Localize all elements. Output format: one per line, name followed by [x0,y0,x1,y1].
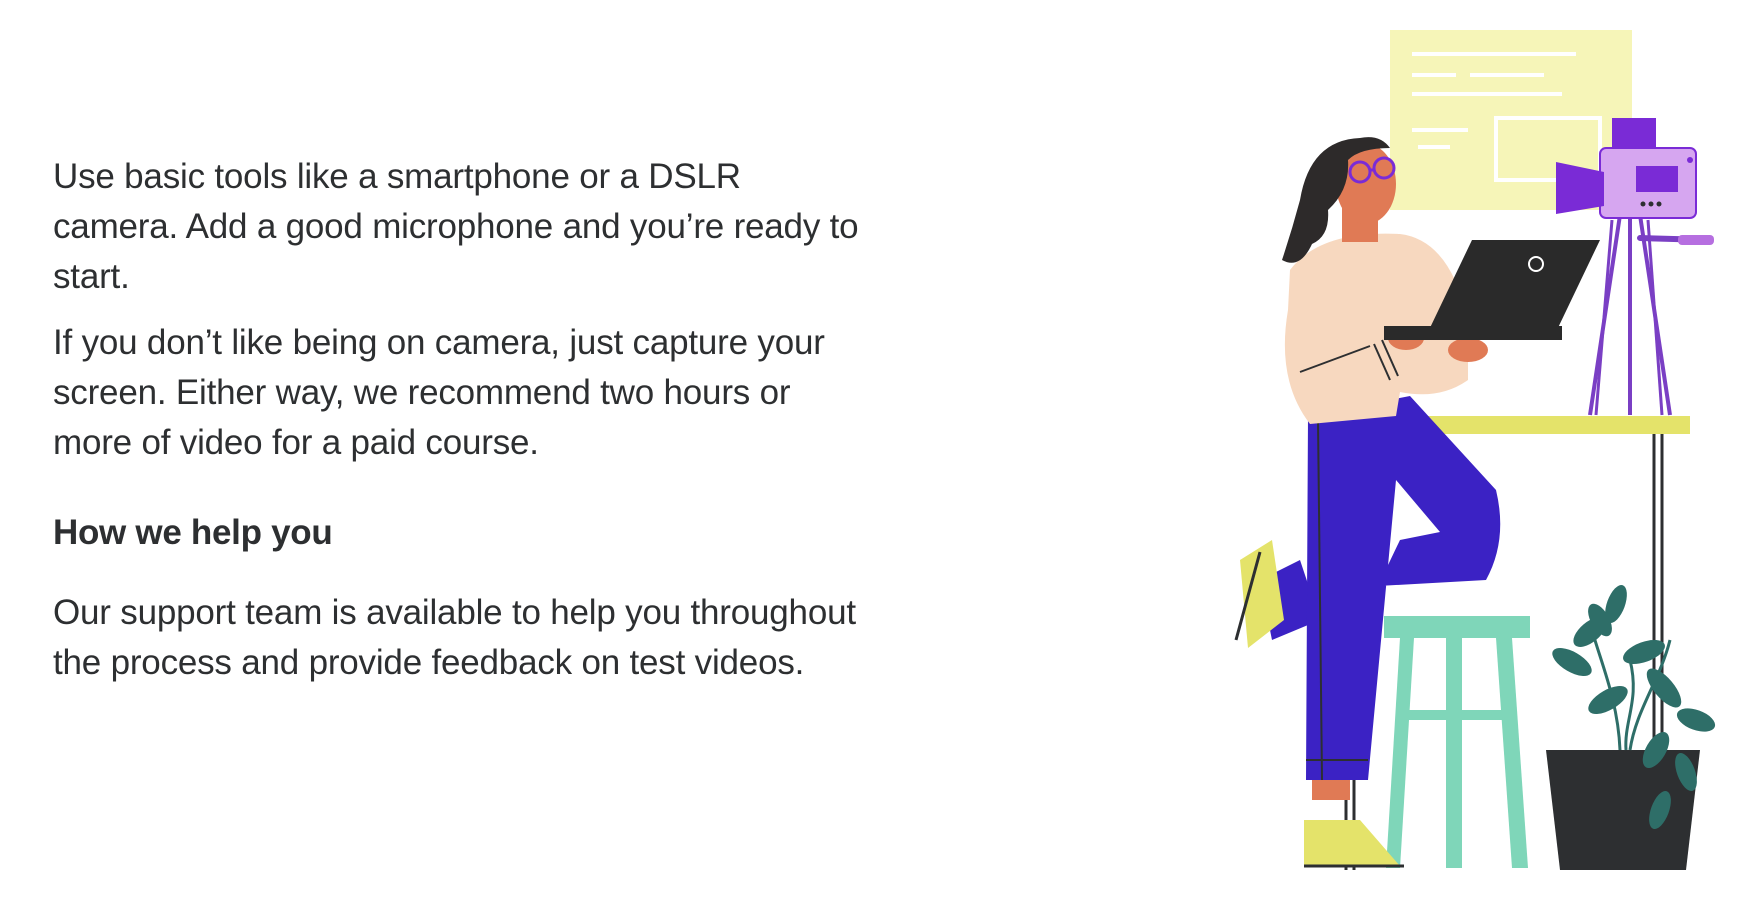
instructor-illustration [1234,30,1716,870]
section-heading: How we help you [53,513,333,552]
potted-plant [1546,584,1716,870]
screen-capture-paragraph: If you don’t like being on camera, just … [53,323,825,462]
illustration [1200,20,1752,894]
tripod [1588,214,1714,416]
stool [1384,616,1530,868]
text-column: Use basic tools like a smartphone or a D… [53,152,873,704]
intro-paragraph: Use basic tools like a smartphone or a D… [53,157,859,296]
support-paragraph: Our support team is available to help yo… [53,593,856,682]
